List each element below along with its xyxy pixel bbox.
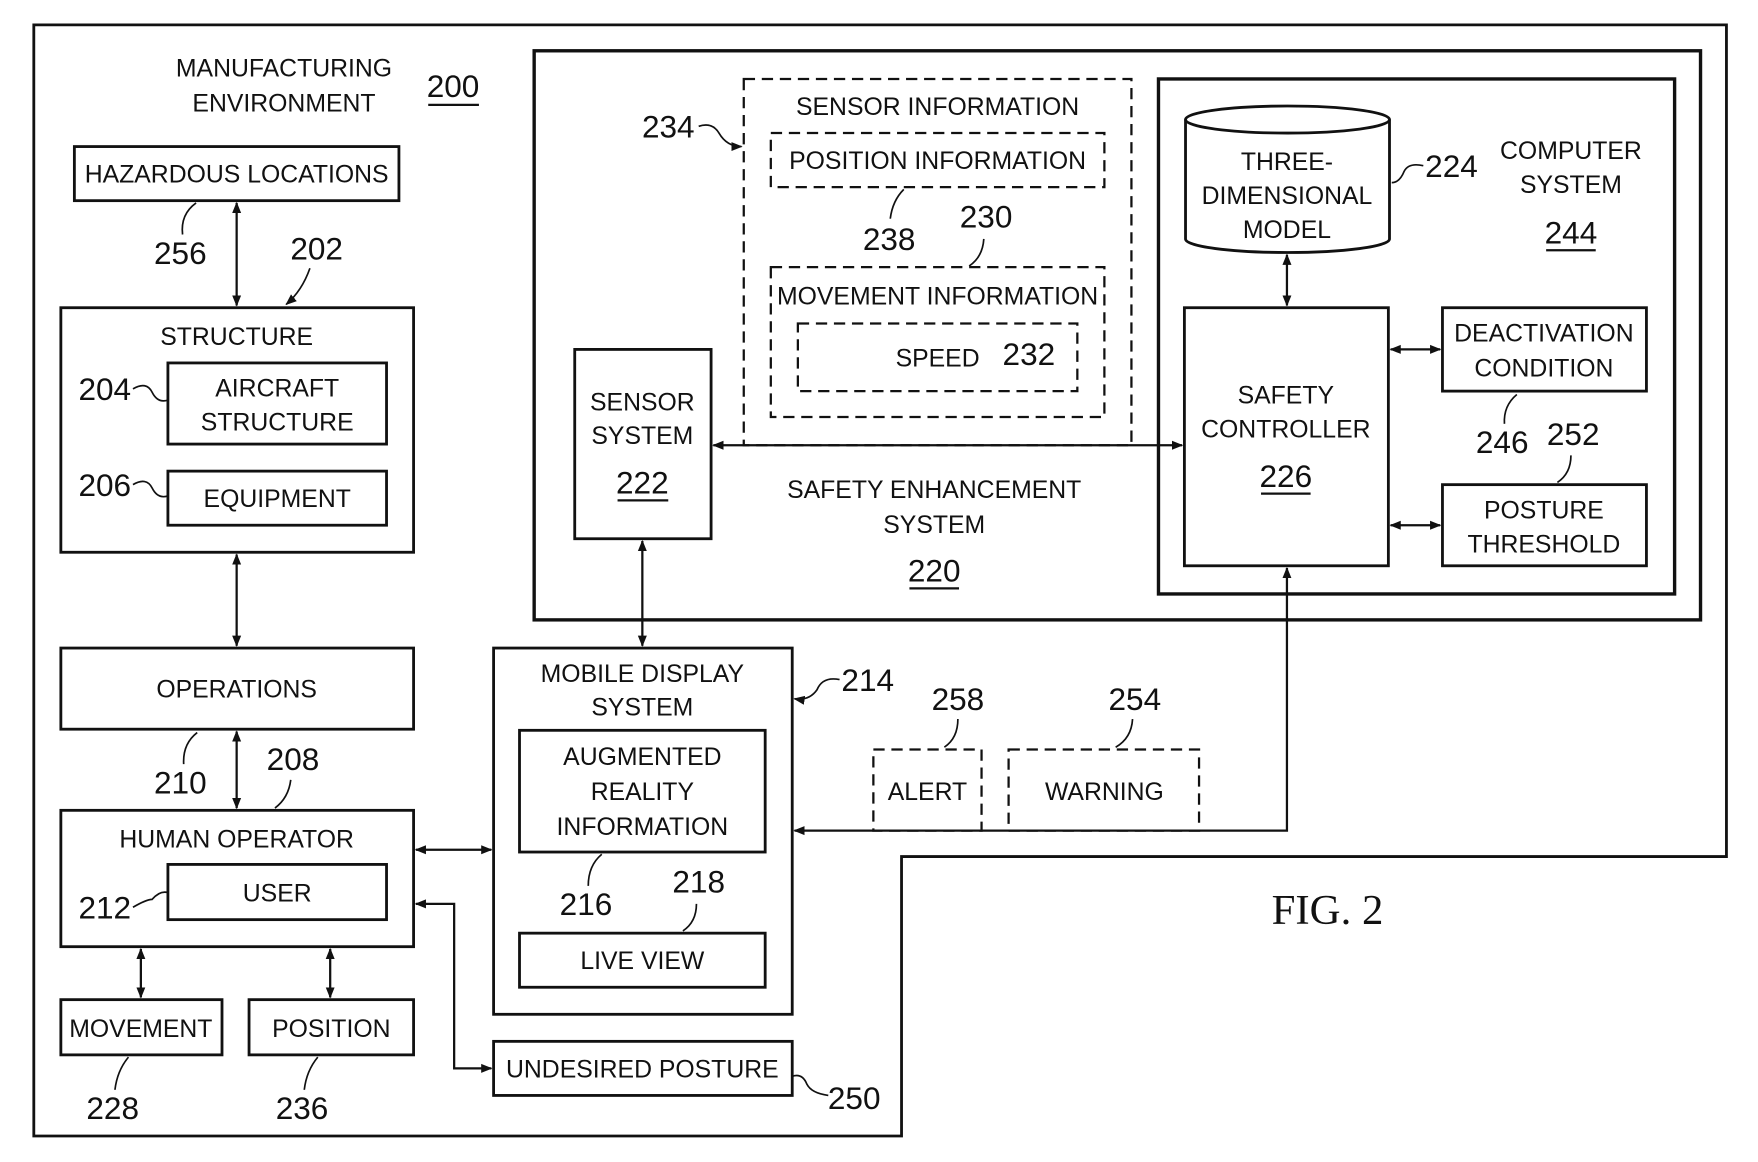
ref-206: 206 (78, 467, 131, 503)
svg-text:STRUCTURE: STRUCTURE (160, 324, 313, 351)
svg-text:REALITY: REALITY (591, 779, 694, 806)
ref-230: 230 (960, 199, 1013, 235)
ref-214: 214 (841, 662, 894, 698)
svg-text:DIMENSIONAL: DIMENSIONAL (1202, 183, 1373, 210)
posture-threshold-box: POSTURE THRESHOLD (1441, 483, 1648, 568)
ref-202: 202 (290, 230, 343, 266)
alert-box: ALERT (872, 748, 983, 832)
structure-box: STRUCTURE AIRCRAFT STRUCTURE EQUIPMENT (59, 306, 415, 554)
warning-box: WARNING (1007, 748, 1201, 832)
svg-text:244: 244 (1545, 214, 1598, 250)
svg-text:CONTROLLER: CONTROLLER (1201, 416, 1370, 443)
svg-text:AUGMENTED: AUGMENTED (563, 744, 721, 771)
svg-text:USER: USER (243, 881, 312, 908)
svg-text:THRESHOLD: THRESHOLD (1467, 531, 1620, 558)
svg-text:POSITION: POSITION (272, 1016, 390, 1043)
undesired-posture-box: UNDESIRED POSTURE (492, 1039, 794, 1097)
deactivation-condition-box: DEACTIVATION CONDITION (1441, 306, 1648, 393)
ref-258: 258 (932, 681, 985, 717)
hazardous-locations-box: HAZARDOUS LOCATIONS (72, 145, 401, 203)
svg-text:SYSTEM: SYSTEM (591, 695, 693, 722)
sensor-information-box: SENSOR INFORMATION POSITION INFORMATION … (742, 77, 1133, 447)
svg-text:COMPUTER: COMPUTER (1500, 138, 1642, 165)
svg-text:LIVE VIEW: LIVE VIEW (580, 948, 705, 975)
environment-title: MANUFACTURING (176, 56, 392, 83)
figure-label: FIG. 2 (1272, 887, 1384, 934)
svg-text:SENSOR: SENSOR (590, 389, 695, 416)
svg-text:HAZARDOUS LOCATIONS: HAZARDOUS LOCATIONS (85, 162, 389, 189)
ref-256: 256 (154, 235, 207, 271)
ref-236: 236 (276, 1090, 329, 1126)
ref-246: 246 (1476, 424, 1529, 460)
ref-218: 218 (672, 864, 725, 900)
svg-text:226: 226 (1259, 458, 1312, 494)
svg-text:SYSTEM: SYSTEM (591, 423, 693, 450)
svg-text:MOBILE DISPLAY: MOBILE DISPLAY (541, 661, 744, 688)
svg-text:AIRCRAFT: AIRCRAFT (215, 376, 339, 403)
svg-text:POSITION INFORMATION: POSITION INFORMATION (789, 148, 1086, 175)
svg-text:THREE-: THREE- (1241, 149, 1333, 176)
ref-216: 216 (560, 886, 613, 922)
svg-text:UNDESIRED POSTURE: UNDESIRED POSTURE (506, 1056, 779, 1083)
svg-text:MOVEMENT INFORMATION: MOVEMENT INFORMATION (777, 283, 1098, 310)
ref-212: 212 (78, 890, 131, 926)
svg-text:MODEL: MODEL (1243, 217, 1331, 244)
svg-text:DEACTIVATION: DEACTIVATION (1454, 321, 1633, 348)
operations-box: OPERATIONS (59, 646, 415, 731)
patent-diagram: MANUFACTURING ENVIRONMENT 200 HAZARDOUS … (32, 23, 1728, 1138)
environment-ref: 200 (427, 68, 480, 104)
svg-text:OPERATIONS: OPERATIONS (156, 677, 317, 704)
svg-text:232: 232 (1003, 336, 1056, 372)
ref-228: 228 (86, 1090, 139, 1126)
three-dimensional-model-cylinder: THREE- DIMENSIONAL MODEL (1184, 104, 1391, 254)
ref-234: 234 (642, 109, 695, 145)
svg-text:222: 222 (616, 465, 669, 501)
movement-box: MOVEMENT (59, 998, 224, 1057)
svg-text:220: 220 (908, 553, 961, 589)
svg-text:STRUCTURE: STRUCTURE (201, 410, 354, 437)
ref-210: 210 (154, 764, 207, 800)
svg-text:SAFETY ENHANCEMENT: SAFETY ENHANCEMENT (787, 477, 1081, 504)
ref-238: 238 (863, 221, 916, 257)
ref-250: 250 (828, 1080, 881, 1116)
svg-text:SYSTEM: SYSTEM (883, 512, 985, 539)
svg-text:SENSOR INFORMATION: SENSOR INFORMATION (796, 94, 1079, 121)
svg-text:SPEED: SPEED (896, 345, 980, 372)
sensor-system-box: SENSOR SYSTEM 222 (573, 348, 713, 541)
position-box: POSITION (247, 998, 415, 1057)
svg-text:HUMAN OPERATOR: HUMAN OPERATOR (119, 827, 354, 854)
safety-controller-box: SAFETY CONTROLLER 226 (1182, 306, 1390, 568)
svg-text:SYSTEM: SYSTEM (1520, 172, 1622, 199)
svg-text:CONDITION: CONDITION (1474, 355, 1613, 382)
svg-text:MOVEMENT: MOVEMENT (69, 1016, 212, 1043)
svg-text:WARNING: WARNING (1045, 779, 1164, 806)
svg-text:SAFETY: SAFETY (1238, 383, 1334, 410)
ref-254: 254 (1108, 681, 1161, 717)
svg-text:EQUIPMENT: EQUIPMENT (204, 486, 351, 513)
mobile-display-system-box: MOBILE DISPLAY SYSTEM AUGMENTED REALITY … (492, 646, 794, 1016)
environment-title: ENVIRONMENT (192, 91, 375, 118)
ref-252: 252 (1547, 416, 1600, 452)
svg-text:ALERT: ALERT (888, 779, 967, 806)
svg-text:POSTURE: POSTURE (1484, 497, 1604, 524)
ref-208: 208 (267, 741, 320, 777)
svg-text:INFORMATION: INFORMATION (557, 814, 729, 841)
human-operator-box: HUMAN OPERATOR USER (59, 808, 415, 949)
ref-204: 204 (78, 371, 131, 407)
ref-224: 224 (1425, 148, 1478, 184)
